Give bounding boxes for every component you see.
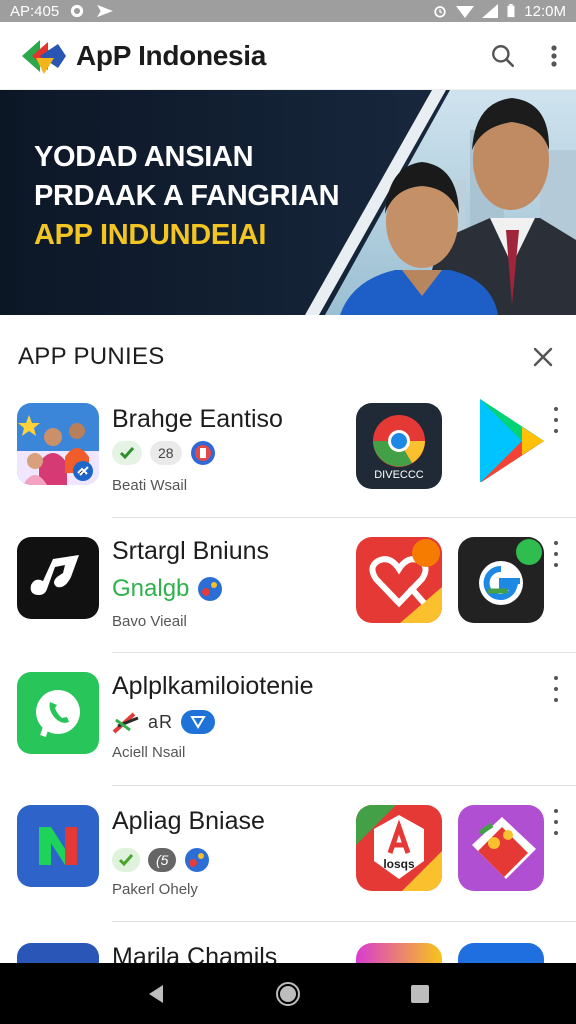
banner-line-2: PRDAAK A FANGRIAN: [34, 180, 340, 212]
apps-section: APP PUNIES Brahge Eantiso 28 Beati Wsail…: [0, 315, 576, 963]
brand-label: Gnalgb: [112, 575, 190, 602]
verified-badge: [112, 848, 140, 872]
g-app-icon[interactable]: [458, 537, 544, 623]
a-app-icon[interactable]: losqs: [356, 805, 442, 891]
app-badges: Gnalgb: [112, 575, 223, 603]
message-badge: [181, 710, 216, 734]
banner-headline: YODAD ANSIAN PRDAAK A FANGRIAN APP INDUN…: [34, 138, 340, 255]
status-bar: AP:405 12:0M: [0, 0, 576, 22]
app-subtitle: Bavo Vieail: [112, 613, 187, 630]
battery-icon: [507, 4, 515, 18]
more-options-button[interactable]: [548, 541, 564, 567]
browser-icon[interactable]: DIVECCC: [356, 403, 442, 489]
signal-icon: [482, 4, 499, 18]
divider: [112, 785, 576, 786]
app-name: Aplplkamiloiotenie: [112, 672, 314, 700]
app-title: ApP Indonesia: [76, 39, 267, 71]
verified-badge: [112, 441, 142, 465]
app-badges: 28: [112, 441, 216, 465]
browser-icon-label: DIVECCC: [374, 469, 424, 481]
more-vert-icon[interactable]: [550, 44, 558, 68]
search-icon[interactable]: [490, 43, 516, 69]
alarm-icon: [434, 6, 446, 18]
banner-line-3: APP INDUNDEIAI: [34, 219, 267, 251]
colorful-app-icon[interactable]: [356, 943, 442, 963]
flag-icon: [112, 712, 139, 734]
list-item[interactable]: Marila Chamils: [0, 921, 576, 963]
globe-icon: [198, 577, 223, 601]
app-name: Apliag Bniase: [112, 807, 265, 835]
more-options-button[interactable]: [548, 407, 564, 433]
badge-dot: [412, 539, 440, 567]
divider: [112, 517, 576, 518]
divider: [112, 921, 576, 922]
more-options-button[interactable]: [548, 809, 564, 835]
list-item[interactable]: Apliag Bniase (5 Pakerl Ohely losqs: [0, 785, 576, 919]
check-icon: [119, 447, 135, 460]
people-app-icon: [17, 403, 99, 485]
app-badges: (5: [112, 847, 210, 873]
wifi-icon: [456, 6, 475, 18]
rating-badge: 28: [150, 441, 182, 465]
a-app-label: losqs: [383, 857, 415, 871]
check-icon: [118, 854, 134, 867]
app-bar: ApP Indonesia: [0, 22, 576, 90]
heart-app-icon[interactable]: [356, 537, 442, 623]
recents-icon: [411, 984, 429, 1003]
app-subtitle: Beati Wsail: [112, 477, 188, 494]
sticker-app-icon[interactable]: [458, 805, 544, 891]
close-icon: [533, 347, 553, 367]
notification-icon: [71, 4, 84, 18]
close-button[interactable]: [528, 342, 558, 372]
app-badges: aR: [112, 710, 216, 734]
recents-button[interactable]: [400, 974, 440, 1014]
globe-icon: [185, 848, 210, 872]
send-icon: [97, 4, 114, 18]
divider: [112, 652, 576, 653]
n-app-icon: [17, 805, 99, 887]
back-button[interactable]: [136, 974, 176, 1014]
app-name: Brahge Eantiso: [112, 405, 283, 433]
partial-app-icon: [17, 943, 99, 963]
more-options-button[interactable]: [548, 676, 564, 702]
list-item[interactable]: Brahge Eantiso 28 Beati Wsail DIVECCC: [0, 397, 576, 531]
music-app-icon: [17, 537, 99, 619]
rating-badge: aR: [148, 711, 174, 732]
home-button[interactable]: [268, 974, 308, 1014]
promo-banner[interactable]: YODAD ANSIAN PRDAAK A FANGRIAN APP INDUN…: [0, 90, 576, 315]
app-subtitle: Pakerl Ohely: [112, 881, 198, 898]
phone-app-icon: [17, 672, 99, 754]
shield-icon: [190, 441, 215, 465]
back-icon: [149, 984, 163, 1003]
app-name: Marila Chamils: [112, 943, 278, 963]
message-icon: [190, 716, 206, 729]
app-subtitle: Aciell Nsail: [112, 744, 186, 761]
blue-app-icon[interactable]: [458, 943, 544, 963]
app-name: Srtargl Bniuns: [112, 537, 270, 565]
status-left-text: AP:405: [10, 2, 60, 20]
section-title: APP PUNIES: [18, 343, 165, 370]
system-nav-bar: [0, 963, 576, 1024]
play-store-icon[interactable]: [470, 397, 556, 483]
list-item[interactable]: Aplplkamiloiotenie aR Aciell Nsail: [0, 652, 576, 786]
shield-badge: [189, 441, 216, 465]
badge-dot: [516, 539, 542, 565]
banner-line-1: YODAD ANSIAN: [34, 141, 254, 173]
rating-badge: (5: [148, 848, 177, 872]
section-header: APP PUNIES: [0, 337, 576, 377]
home-icon: [276, 981, 300, 1006]
list-item[interactable]: Srtargl Bniuns Gnalgb Bavo Vieail: [0, 517, 576, 651]
app-logo: [22, 39, 66, 74]
status-time: 12:0M: [524, 2, 566, 20]
